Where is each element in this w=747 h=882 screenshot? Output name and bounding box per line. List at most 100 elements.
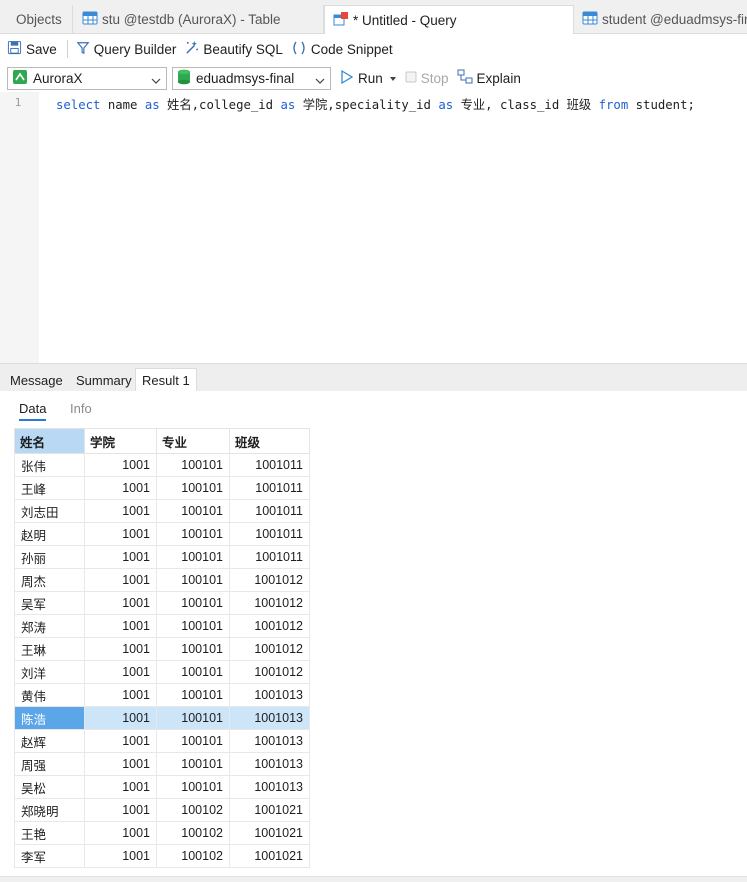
cell-college[interactable]: 1001 — [84, 614, 157, 638]
cell-class[interactable]: 1001011 — [229, 453, 310, 477]
table-row[interactable]: 孙丽 1001 100101 1001011 — [14, 545, 310, 569]
tab-objects[interactable]: Objects — [0, 5, 73, 34]
table-row[interactable]: 陈浩 1001 100101 1001013 — [14, 706, 310, 730]
table-row[interactable]: 刘志田 1001 100101 1001011 — [14, 499, 310, 523]
cell-name[interactable]: 郑晓明 — [14, 798, 85, 822]
cell-college[interactable]: 1001 — [84, 821, 157, 845]
cell-class[interactable]: 1001012 — [229, 637, 310, 661]
cell-class[interactable]: 1001013 — [229, 729, 310, 753]
cell-name[interactable]: 王峰 — [14, 476, 85, 500]
cell-college[interactable]: 1001 — [84, 752, 157, 776]
cell-college[interactable]: 1001 — [84, 706, 157, 730]
cell-college[interactable]: 1001 — [84, 660, 157, 684]
cell-college[interactable]: 1001 — [84, 453, 157, 477]
save-button[interactable]: Save — [7, 40, 57, 58]
cell-college[interactable]: 1001 — [84, 545, 157, 569]
cell-name[interactable]: 赵辉 — [14, 729, 85, 753]
cell-college[interactable]: 1001 — [84, 591, 157, 615]
cell-speciality[interactable]: 100101 — [156, 568, 230, 592]
cell-speciality[interactable]: 100101 — [156, 660, 230, 684]
column-header-speciality[interactable]: 专业 — [156, 428, 230, 454]
cell-speciality[interactable]: 100101 — [156, 591, 230, 615]
beautify-sql-button[interactable]: Beautify SQL — [184, 40, 283, 58]
cell-name[interactable]: 刘志田 — [14, 499, 85, 523]
stop-button[interactable]: Stop — [405, 71, 449, 86]
sql-code-line[interactable]: select name as 姓名,college_id as 学院,speci… — [56, 95, 695, 113]
cell-speciality[interactable]: 100101 — [156, 729, 230, 753]
table-row[interactable]: 赵辉 1001 100101 1001013 — [14, 729, 310, 753]
cell-class[interactable]: 1001012 — [229, 614, 310, 638]
cell-name[interactable]: 陈浩 — [14, 706, 85, 730]
tab-result-1[interactable]: Result 1 — [135, 368, 197, 392]
tab-student-table[interactable]: student @eduadmsys-final — [574, 5, 747, 34]
cell-college[interactable]: 1001 — [84, 522, 157, 546]
table-row[interactable]: 刘洋 1001 100101 1001012 — [14, 660, 310, 684]
cell-speciality[interactable]: 100101 — [156, 476, 230, 500]
cell-speciality[interactable]: 100101 — [156, 775, 230, 799]
cell-college[interactable]: 1001 — [84, 637, 157, 661]
cell-name[interactable]: 吴军 — [14, 591, 85, 615]
table-row[interactable]: 李军 1001 100102 1001021 — [14, 844, 310, 868]
cell-name[interactable]: 黄伟 — [14, 683, 85, 707]
run-button[interactable]: Run — [340, 69, 397, 87]
cell-speciality[interactable]: 100101 — [156, 706, 230, 730]
cell-class[interactable]: 1001011 — [229, 522, 310, 546]
cell-speciality[interactable]: 100102 — [156, 821, 230, 845]
table-row[interactable]: 王峰 1001 100101 1001011 — [14, 476, 310, 500]
query-builder-button[interactable]: Query Builder — [76, 41, 176, 58]
cell-college[interactable]: 1001 — [84, 844, 157, 868]
cell-class[interactable]: 1001013 — [229, 706, 310, 730]
cell-name[interactable]: 王艳 — [14, 821, 85, 845]
explain-button[interactable]: Explain — [457, 69, 521, 88]
cell-college[interactable]: 1001 — [84, 683, 157, 707]
cell-class[interactable]: 1001013 — [229, 683, 310, 707]
column-header-class[interactable]: 班级 — [229, 428, 310, 454]
cell-class[interactable]: 1001013 — [229, 752, 310, 776]
tab-untitled-query[interactable]: * Untitled - Query — [324, 5, 574, 34]
cell-college[interactable]: 1001 — [84, 476, 157, 500]
run-dropdown-icon[interactable] — [389, 71, 397, 86]
tab-summary[interactable]: Summary — [70, 368, 138, 392]
cell-class[interactable]: 1001011 — [229, 499, 310, 523]
table-row[interactable]: 张伟 1001 100101 1001011 — [14, 453, 310, 477]
cell-name[interactable]: 郑涛 — [14, 614, 85, 638]
cell-class[interactable]: 1001012 — [229, 591, 310, 615]
cell-class[interactable]: 1001011 — [229, 476, 310, 500]
cell-class[interactable]: 1001013 — [229, 775, 310, 799]
code-snippet-button[interactable]: Code Snippet — [291, 40, 393, 59]
cell-college[interactable]: 1001 — [84, 499, 157, 523]
sql-editor[interactable]: 1 select name as 姓名,college_id as 学院,spe… — [0, 92, 747, 363]
tab-info[interactable]: Info — [70, 401, 92, 416]
table-row[interactable]: 黄伟 1001 100101 1001013 — [14, 683, 310, 707]
table-row[interactable]: 吴松 1001 100101 1001013 — [14, 775, 310, 799]
table-row[interactable]: 郑晓明 1001 100102 1001021 — [14, 798, 310, 822]
cell-speciality[interactable]: 100101 — [156, 752, 230, 776]
cell-college[interactable]: 1001 — [84, 568, 157, 592]
cell-speciality[interactable]: 100101 — [156, 499, 230, 523]
table-row[interactable]: 王琳 1001 100101 1001012 — [14, 637, 310, 661]
cell-name[interactable]: 孙丽 — [14, 545, 85, 569]
cell-class[interactable]: 1001021 — [229, 821, 310, 845]
table-row[interactable]: 周强 1001 100101 1001013 — [14, 752, 310, 776]
cell-speciality[interactable]: 100101 — [156, 683, 230, 707]
cell-class[interactable]: 1001021 — [229, 844, 310, 868]
table-row[interactable]: 吴军 1001 100101 1001012 — [14, 591, 310, 615]
tab-stu-table[interactable]: stu @testdb (AuroraX) - Table — [74, 5, 324, 34]
table-row[interactable]: 王艳 1001 100102 1001021 — [14, 821, 310, 845]
table-row[interactable]: 周杰 1001 100101 1001012 — [14, 568, 310, 592]
cell-class[interactable]: 1001021 — [229, 798, 310, 822]
cell-speciality[interactable]: 100101 — [156, 522, 230, 546]
cell-speciality[interactable]: 100101 — [156, 637, 230, 661]
tab-message[interactable]: Message — [4, 368, 69, 392]
cell-class[interactable]: 1001011 — [229, 545, 310, 569]
cell-name[interactable]: 张伟 — [14, 453, 85, 477]
horizontal-scrollbar[interactable] — [0, 876, 747, 882]
database-select[interactable]: eduadmsys-final — [172, 66, 331, 90]
cell-college[interactable]: 1001 — [84, 775, 157, 799]
cell-speciality[interactable]: 100101 — [156, 614, 230, 638]
column-header-college[interactable]: 学院 — [84, 428, 157, 454]
tab-data[interactable]: Data — [19, 401, 47, 421]
cell-name[interactable]: 王琳 — [14, 637, 85, 661]
cell-college[interactable]: 1001 — [84, 729, 157, 753]
cell-name[interactable]: 刘洋 — [14, 660, 85, 684]
